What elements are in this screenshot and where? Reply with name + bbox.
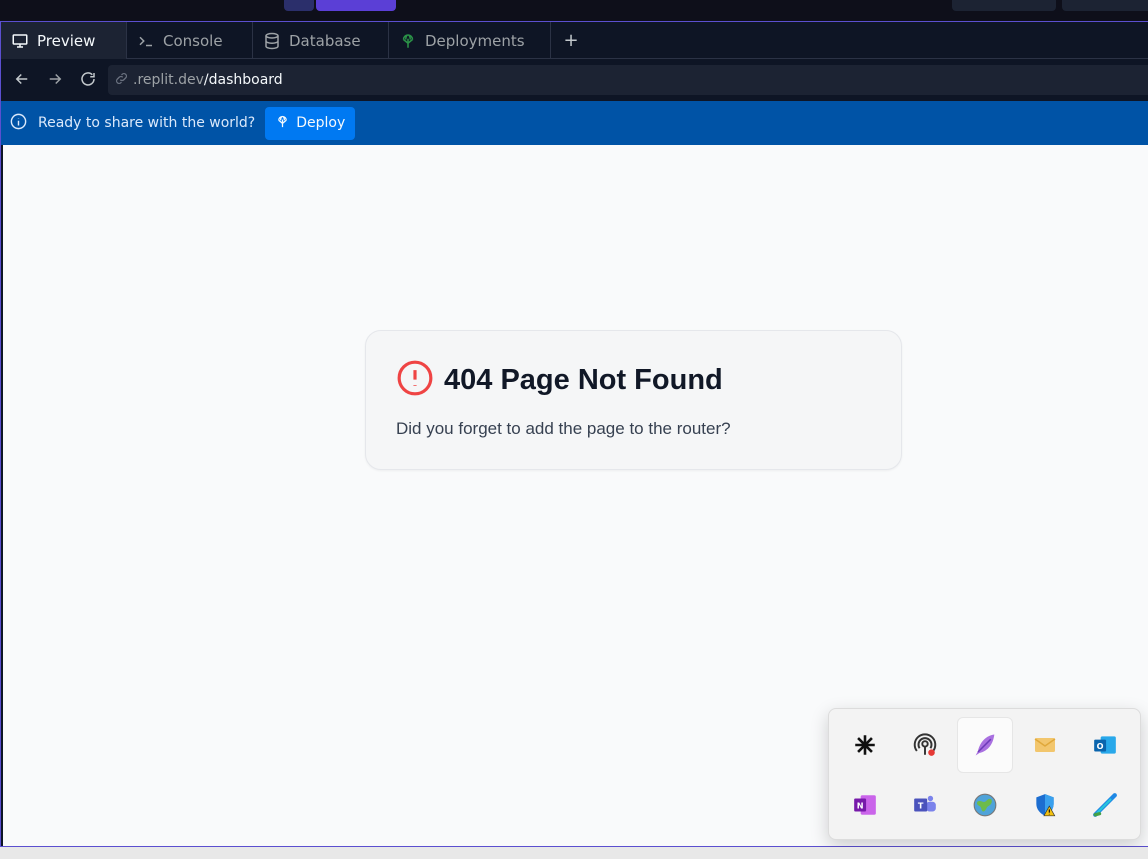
tab-label: Deployments [425,31,525,50]
page-title: 404 Page Not Found [444,363,723,396]
taskbar-edge [0,847,1148,859]
tab-preview[interactable]: Preview [1,22,127,59]
asterisk-app-icon[interactable] [837,717,893,773]
back-button[interactable] [5,64,38,97]
feather-icon[interactable] [957,717,1013,773]
svg-text:O: O [1097,741,1104,751]
system-tray-overflow: O N T [828,708,1141,840]
address-bar: .replit.dev/dashboard [1,60,1148,101]
svg-text:T: T [918,801,924,811]
deploy-icon [399,32,417,50]
stroke-app-icon[interactable] [1077,777,1133,833]
terminal-icon [137,32,155,50]
alert-circle-icon [396,359,434,401]
monitor-icon [11,32,29,50]
arrow-right-icon [46,70,64,92]
plus-icon: + [563,30,579,51]
database-icon [263,32,281,50]
forward-button[interactable] [38,64,71,97]
mail-icon[interactable] [1017,717,1073,773]
url-field[interactable]: .replit.dev/dashboard [108,65,1148,95]
tab-label: Console [163,31,223,50]
top-chip-accent[interactable] [316,0,396,11]
host-top-bar [0,0,1148,21]
deploy-banner: Ready to share with the world? Deploy [1,101,1148,145]
defender-warning-icon[interactable] [1017,777,1073,833]
tab-deployments[interactable]: Deployments [389,22,551,59]
deploy-button[interactable]: Deploy [265,106,356,140]
pane-tab-bar: Preview Console Database Deployments + [1,22,1148,59]
not-found-card: 404 Page Not Found Did you forget to add… [365,330,902,470]
top-chip-right[interactable] [952,0,1056,11]
outlook-icon[interactable]: O [1077,717,1133,773]
new-tab-button[interactable]: + [551,22,591,59]
link-icon [114,71,129,90]
onenote-icon[interactable]: N [837,777,893,833]
podcast-icon[interactable] [897,717,953,773]
tab-label: Database [289,31,361,50]
deploy-button-label: Deploy [296,115,346,131]
globe-icon[interactable] [957,777,1013,833]
reload-button[interactable] [71,64,104,97]
url-path: /dashboard [203,72,283,88]
tab-database[interactable]: Database [253,22,389,59]
teams-icon[interactable]: T [897,777,953,833]
url-host: .replit.dev [133,72,204,88]
svg-text:N: N [857,800,864,810]
tab-console[interactable]: Console [127,22,253,59]
banner-text: Ready to share with the world? [38,115,256,131]
refresh-icon [79,70,97,92]
error-message: Did you forget to add the page to the ro… [396,419,731,438]
deploy-icon [275,114,290,133]
top-chip-right-2[interactable] [1062,0,1148,11]
tab-label: Preview [37,31,96,50]
top-chip[interactable] [284,0,314,11]
arrow-left-icon [13,70,31,92]
info-icon [9,112,28,135]
